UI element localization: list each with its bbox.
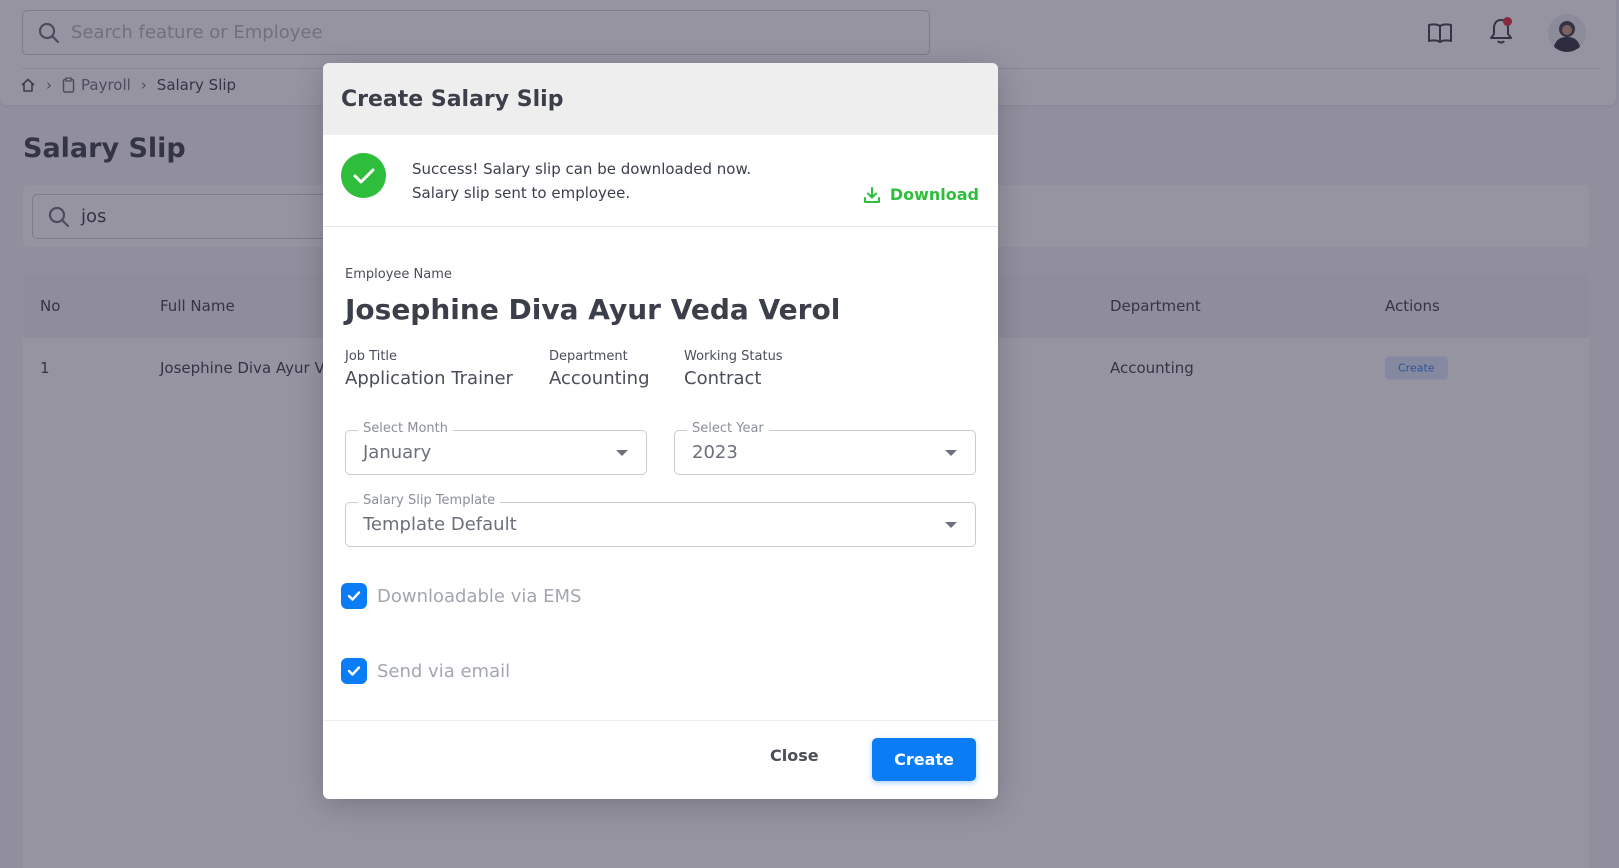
send-via-email-label: Send via email: [377, 660, 511, 682]
job-title-info: Job Title Application Trainer: [345, 349, 513, 389]
select-year-dropdown[interactable]: Select Year 2023: [674, 421, 976, 475]
department-info: Department Accounting: [549, 349, 650, 389]
working-status-label: Working Status: [684, 349, 783, 364]
job-title-label: Job Title: [345, 349, 398, 364]
template-value: Template Default: [363, 514, 517, 535]
employee-name-label: Employee Name: [345, 267, 452, 282]
success-banner: Success! Salary slip can be downloaded n…: [323, 135, 998, 227]
select-year-value: 2023: [692, 442, 738, 463]
modal-header: Create Salary Slip: [323, 63, 998, 135]
download-icon: [863, 186, 880, 203]
checkbox-checked-icon: [341, 583, 367, 609]
template-label: Salary Slip Template: [358, 493, 501, 508]
modal-title: Create Salary Slip: [341, 86, 564, 112]
select-month-label: Select Month: [358, 421, 453, 436]
downloadable-via-ems-label: Downloadable via EMS: [377, 585, 582, 607]
modal-footer: Close Create: [323, 720, 998, 799]
create-button[interactable]: Create: [872, 738, 976, 781]
working-status-info: Working Status Contract: [684, 349, 783, 389]
checkbox-checked-icon: [341, 658, 367, 684]
create-salary-slip-modal: Create Salary Slip Success! Salary slip …: [323, 63, 998, 799]
select-month-dropdown[interactable]: Select Month January: [345, 421, 647, 475]
employee-name: Josephine Diva Ayur Veda Verol: [345, 293, 841, 326]
success-message: Success! Salary slip can be downloaded n…: [412, 157, 751, 205]
downloadable-via-ems-checkbox[interactable]: Downloadable via EMS: [341, 583, 581, 609]
download-label: Download: [889, 185, 979, 204]
select-year-label: Select Year: [687, 421, 769, 436]
working-status-value: Contract: [684, 368, 762, 389]
department-label: Department: [549, 349, 628, 364]
select-month-value: January: [363, 442, 432, 463]
download-button[interactable]: Download: [863, 185, 979, 204]
department-value: Accounting: [549, 368, 650, 389]
caret-down-icon: [616, 450, 628, 456]
send-via-email-checkbox[interactable]: Send via email: [341, 658, 510, 684]
close-button[interactable]: Close: [770, 746, 819, 765]
job-title-value: Application Trainer: [345, 368, 513, 389]
success-check-icon: [341, 153, 386, 198]
success-line-2: Salary slip sent to employee.: [412, 184, 631, 202]
success-line-1: Success! Salary slip can be downloaded n…: [412, 160, 752, 178]
caret-down-icon: [945, 450, 957, 456]
salary-slip-template-dropdown[interactable]: Salary Slip Template Template Default: [345, 493, 976, 547]
caret-down-icon: [945, 522, 957, 528]
